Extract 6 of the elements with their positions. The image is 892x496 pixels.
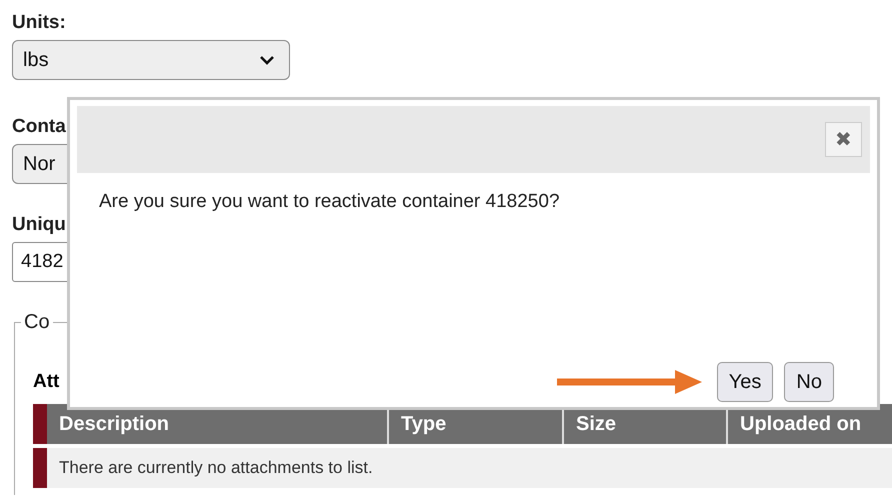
dialog-message: Are you sure you want to reactivate container 418250?	[99, 191, 561, 213]
unique-label: Uniqu	[12, 213, 66, 237]
attachments-heading: Att	[33, 371, 60, 394]
container-label: Conta	[12, 115, 66, 139]
units-label: Units:	[12, 11, 66, 35]
empty-message: There are currently no attachments to list.	[47, 448, 892, 488]
